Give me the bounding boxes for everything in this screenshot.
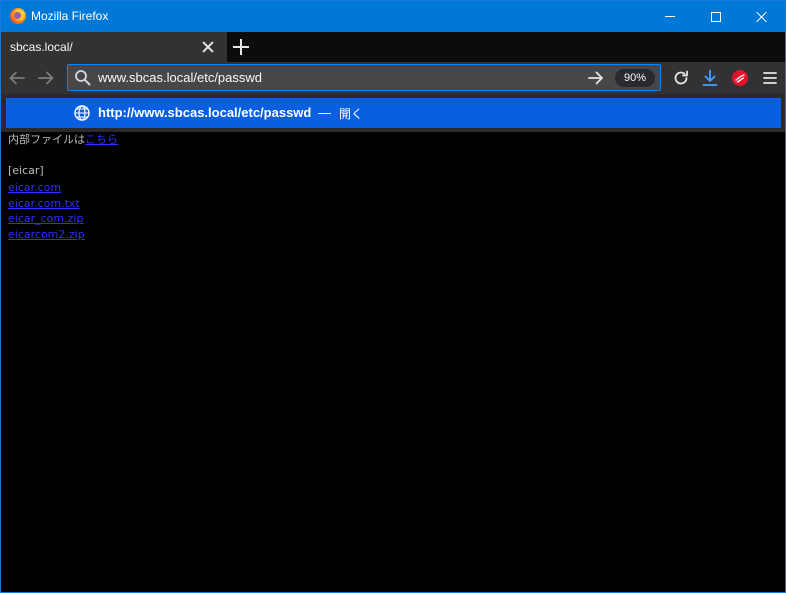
browser-window: Mozilla Firefox sbcas.local/ www.sbcas.l…	[0, 0, 786, 593]
suggestion-url: http://www.sbcas.local/etc/passwd	[98, 105, 312, 120]
forward-arrow-icon	[38, 71, 54, 85]
window-title: Mozilla Firefox	[31, 9, 109, 23]
url-input[interactable]: www.sbcas.local/etc/passwd	[98, 70, 262, 85]
back-button[interactable]	[6, 67, 28, 89]
forward-button[interactable]	[35, 67, 57, 89]
tab-label: sbcas.local/	[10, 40, 73, 54]
back-arrow-icon	[9, 71, 25, 85]
internal-files-link[interactable]: こちら	[85, 133, 118, 146]
intro-line: 内部ファイルはこちら	[8, 133, 118, 147]
minimize-icon	[665, 16, 675, 17]
globe-icon	[74, 105, 90, 121]
link-eicarcom2-zip[interactable]: eicarcom2.zip	[8, 227, 85, 243]
reload-icon[interactable]	[671, 68, 691, 88]
maximize-icon	[711, 11, 721, 22]
link-eicar-com-zip[interactable]: eicar_com.zip	[8, 211, 85, 227]
url-suggestion-item[interactable]: http://www.sbcas.local/etc/passwd — 開く	[6, 98, 781, 128]
suggestion-action-label: 開く	[339, 107, 364, 121]
download-icon[interactable]	[700, 68, 720, 88]
firefox-logo-icon	[10, 8, 26, 24]
navigation-toolbar: www.sbcas.local/etc/passwd 90%	[1, 62, 785, 94]
go-arrow-icon[interactable]	[586, 68, 606, 88]
suggestion-separator: —	[318, 105, 331, 120]
page-content: 内部ファイルはこちら [eicar] eicar.com eicar.com.t…	[1, 132, 785, 592]
maximize-button[interactable]	[693, 1, 739, 32]
urlbar-dropdown: http://www.sbcas.local/etc/passwd — 開く	[1, 94, 785, 132]
url-bar[interactable]: www.sbcas.local/etc/passwd 90%	[67, 64, 661, 91]
link-eicar-com-txt[interactable]: eicar.com.txt	[8, 196, 85, 212]
hamburger-menu-icon[interactable]	[760, 68, 780, 88]
close-window-button[interactable]	[739, 1, 785, 32]
minimize-button[interactable]	[647, 1, 693, 32]
intro-text: 内部ファイルは	[8, 133, 85, 146]
zoom-level-badge[interactable]: 90%	[615, 69, 655, 87]
eicar-link-list: eicar.com eicar.com.txt eicar_com.zip ei…	[8, 180, 85, 242]
close-icon	[756, 11, 768, 23]
section-label-eicar: [eicar]	[8, 164, 44, 177]
tab-active[interactable]: sbcas.local/	[1, 32, 227, 62]
security-extension-icon[interactable]	[730, 68, 750, 88]
tab-close-icon[interactable]	[201, 40, 215, 54]
search-icon	[75, 70, 91, 86]
link-eicar-com[interactable]: eicar.com	[8, 180, 85, 196]
new-tab-plus-icon[interactable]	[232, 38, 250, 56]
title-bar: Mozilla Firefox	[1, 1, 785, 32]
tab-strip: sbcas.local/	[1, 32, 785, 62]
